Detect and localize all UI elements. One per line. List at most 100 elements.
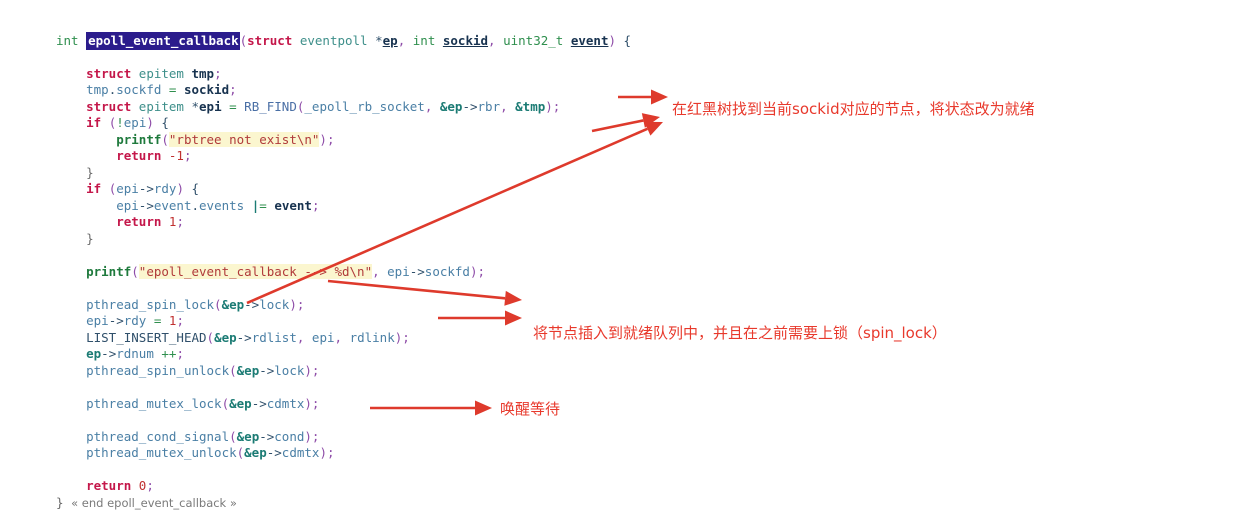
code-token: &ep bbox=[237, 429, 260, 444]
code-token: &ep bbox=[222, 297, 245, 312]
code-token: ; bbox=[176, 214, 184, 229]
code-line: return -1; bbox=[56, 148, 631, 165]
code-token: -> bbox=[139, 198, 154, 213]
code-token bbox=[79, 33, 87, 48]
code-token bbox=[64, 495, 72, 510]
code-indent bbox=[56, 264, 86, 279]
code-token: eventpoll bbox=[300, 33, 368, 48]
code-token: _epoll_rb_socket bbox=[304, 99, 424, 114]
annotation-text-rbtree: 在红黑树找到当前sockid对应的节点，将状态改为就绪 bbox=[672, 98, 1035, 119]
code-token: = bbox=[259, 198, 274, 213]
code-token bbox=[244, 198, 252, 213]
code-indent bbox=[56, 231, 86, 246]
code-token: -> bbox=[244, 297, 259, 312]
code-line bbox=[56, 462, 631, 479]
code-token: ; bbox=[553, 99, 561, 114]
code-token: ) bbox=[304, 396, 312, 411]
code-token: { bbox=[616, 33, 631, 48]
code-token: rdlink bbox=[350, 330, 395, 345]
code-token: { bbox=[184, 181, 199, 196]
code-token: ! bbox=[116, 115, 124, 130]
code-token: sockfd bbox=[116, 82, 161, 97]
code-token: -> bbox=[462, 99, 477, 114]
code-token: } bbox=[86, 231, 94, 246]
code-token: epi bbox=[199, 99, 222, 114]
code-token: sockfd bbox=[425, 264, 470, 279]
arrow-head bbox=[642, 113, 660, 128]
code-token bbox=[563, 33, 571, 48]
code-token: tmp bbox=[86, 82, 109, 97]
screenshot-canvas: int epoll_event_callback(struct eventpol… bbox=[0, 0, 1234, 500]
code-token: ; bbox=[176, 313, 184, 328]
code-token: ; bbox=[214, 66, 222, 81]
code-token: printf bbox=[116, 132, 161, 147]
code-indent bbox=[56, 99, 86, 114]
code-token: , bbox=[488, 33, 503, 48]
code-token: &ep bbox=[214, 330, 237, 345]
code-line bbox=[56, 379, 631, 396]
code-indent bbox=[56, 214, 116, 229]
code-indent bbox=[56, 148, 116, 163]
code-line: return 0; bbox=[56, 478, 631, 495]
code-token: pthread_mutex_unlock bbox=[86, 445, 237, 460]
code-token: "rbtree not exist\n" bbox=[169, 132, 320, 147]
code-token: rdlist bbox=[252, 330, 297, 345]
code-token: ) bbox=[146, 115, 154, 130]
code-line: pthread_mutex_unlock(&ep->cdmtx); bbox=[56, 445, 631, 462]
code-token: rdy bbox=[154, 181, 177, 196]
code-token: epi bbox=[116, 198, 139, 213]
code-token: lock bbox=[274, 363, 304, 378]
code-line: } « end epoll_event_callback » bbox=[56, 495, 631, 511]
code-indent bbox=[56, 181, 86, 196]
code-token bbox=[131, 478, 139, 493]
code-token: -> bbox=[139, 181, 154, 196]
code-token: = bbox=[161, 82, 184, 97]
code-token: cond bbox=[274, 429, 304, 444]
code-token: epitem bbox=[139, 99, 184, 114]
code-indent bbox=[56, 132, 116, 147]
code-token: « end epoll_event_callback » bbox=[71, 496, 237, 510]
code-token: tmp bbox=[191, 66, 214, 81]
code-token: ; bbox=[327, 445, 335, 460]
code-token: return bbox=[116, 214, 161, 229]
code-token: if bbox=[86, 181, 101, 196]
code-token: epi bbox=[116, 181, 139, 196]
code-token: } bbox=[86, 165, 94, 180]
code-line bbox=[56, 280, 631, 297]
code-token: -> bbox=[252, 396, 267, 411]
code-token: , bbox=[372, 264, 387, 279]
annotation-text-wakeup: 唤醒等待 bbox=[500, 398, 560, 419]
code-token: , bbox=[297, 330, 312, 345]
code-line: return 1; bbox=[56, 214, 631, 231]
code-token: sockid bbox=[443, 33, 488, 48]
code-line: struct epitem *epi = RB_FIND(_epoll_rb_s… bbox=[56, 99, 631, 116]
code-token: ; bbox=[327, 132, 335, 147]
code-token: ; bbox=[297, 297, 305, 312]
code-token: , bbox=[335, 330, 350, 345]
code-token: , bbox=[425, 99, 440, 114]
code-token: ( bbox=[222, 396, 230, 411]
code-token: struct bbox=[247, 33, 292, 48]
code-token: ) bbox=[319, 132, 327, 147]
code-token: . bbox=[192, 198, 200, 213]
code-token: ) bbox=[304, 429, 312, 444]
code-line: } bbox=[56, 165, 631, 182]
code-token: &ep bbox=[229, 396, 252, 411]
code-indent bbox=[56, 66, 86, 81]
code-token: ) bbox=[176, 181, 184, 196]
code-token: ; bbox=[312, 198, 320, 213]
code-indent bbox=[56, 396, 86, 411]
code-line bbox=[56, 247, 631, 264]
code-line: int epoll_event_callback(struct eventpol… bbox=[56, 33, 631, 50]
code-token: &ep bbox=[244, 445, 267, 460]
code-token: pthread_mutex_lock bbox=[86, 396, 221, 411]
code-token: epi bbox=[312, 330, 335, 345]
code-token: ( bbox=[131, 264, 139, 279]
code-token: ) bbox=[304, 363, 312, 378]
code-token: &ep bbox=[440, 99, 463, 114]
code-token: -> bbox=[237, 330, 252, 345]
code-token: event bbox=[274, 198, 312, 213]
code-token: ( bbox=[214, 297, 222, 312]
code-token: event bbox=[154, 198, 192, 213]
code-line: pthread_spin_unlock(&ep->lock); bbox=[56, 363, 631, 380]
